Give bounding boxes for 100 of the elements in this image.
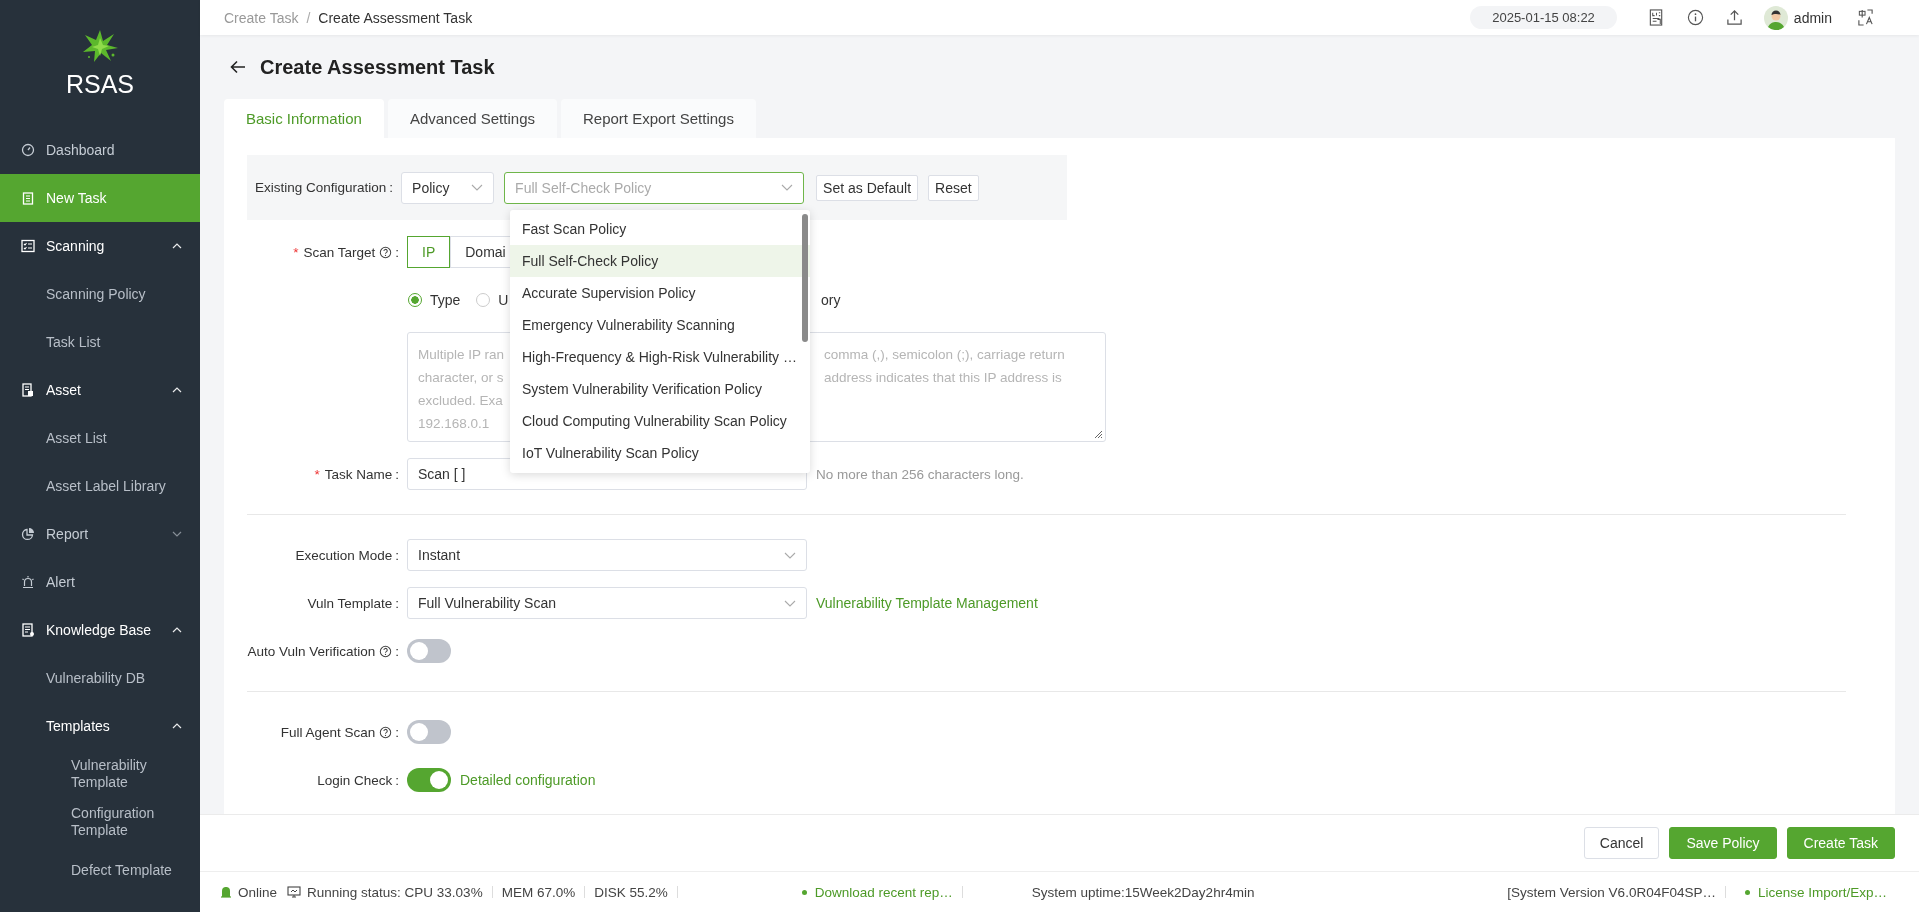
license-link[interactable]: License Import/Exp… bbox=[1757, 884, 1887, 900]
placeholder-text: character, or s bbox=[418, 369, 504, 387]
config-button[interactable]: Reset bbox=[928, 174, 979, 201]
gauge-icon bbox=[21, 143, 35, 157]
page-title: Create Assessment Task bbox=[260, 55, 495, 79]
upload-icon[interactable] bbox=[1725, 9, 1743, 26]
target-option[interactable]: IP bbox=[407, 236, 451, 268]
field-hint: No more than 256 characters long. bbox=[816, 466, 1024, 482]
placeholder-text: 192.168.0.1 bbox=[418, 415, 490, 433]
radio-button[interactable] bbox=[408, 293, 422, 307]
tab[interactable]: Basic Information bbox=[224, 99, 384, 138]
placeholder-text: comma (,), semicolon (;), carriage return bbox=[824, 346, 1065, 364]
help-icon[interactable] bbox=[379, 644, 393, 658]
chevron-down-icon bbox=[471, 184, 484, 191]
label-colon: : bbox=[395, 244, 399, 260]
dropdown-option[interactable]: Cloud Computing Vulnerability Scan Policy bbox=[510, 405, 810, 437]
date-time: 2025-01-15 08:22 bbox=[1470, 6, 1617, 29]
sidebar-item[interactable]: Dashboard bbox=[0, 126, 200, 174]
required-mark: * bbox=[314, 466, 320, 482]
user-name[interactable]: admin bbox=[1793, 9, 1832, 26]
sidebar-item[interactable]: Scanning Policy bbox=[0, 270, 200, 318]
sidebar-item[interactable]: Vulnerability DB bbox=[0, 654, 200, 702]
select-field[interactable]: Full Vulnerability Scan bbox=[407, 587, 807, 619]
radio-label[interactable]: Type bbox=[430, 292, 461, 308]
dropdown-option[interactable]: Accurate Supervision Policy bbox=[510, 277, 810, 309]
toggle-switch[interactable] bbox=[407, 768, 451, 792]
info-icon[interactable] bbox=[1686, 9, 1704, 26]
checklist-icon bbox=[21, 239, 35, 253]
label-colon: : bbox=[395, 724, 399, 740]
breadcrumb-separator: / bbox=[306, 9, 311, 26]
translate-icon[interactable] bbox=[1857, 9, 1874, 26]
sidebar-item[interactable]: Defect Template bbox=[0, 846, 200, 894]
chevron-down-icon bbox=[784, 599, 796, 607]
pie-chart-icon bbox=[21, 527, 35, 541]
dropdown-option[interactable]: System Vulnerability Verification Policy bbox=[510, 373, 810, 405]
sidebar-item[interactable]: Asset List bbox=[0, 414, 200, 462]
required-mark: * bbox=[293, 244, 299, 260]
sidebar-item[interactable]: Templates bbox=[0, 702, 200, 750]
toggle-switch[interactable] bbox=[407, 639, 451, 663]
sidebar-item[interactable]: Scanning bbox=[0, 222, 200, 270]
dropdown-option[interactable]: Full Self-Check Policy bbox=[510, 245, 810, 277]
label-colon: : bbox=[395, 595, 399, 611]
tab[interactable]: Report Export Settings bbox=[561, 99, 756, 138]
field-label: Task Name bbox=[324, 466, 393, 482]
field-label: Auto Vuln Verification bbox=[247, 643, 376, 659]
online-icon bbox=[220, 886, 232, 898]
status-dot bbox=[801, 889, 807, 895]
placeholder-text: Multiple IP ran bbox=[418, 346, 505, 364]
scrollbar-thumb[interactable] bbox=[802, 214, 808, 342]
field-label: Existing Configuration bbox=[255, 180, 387, 195]
status-dot bbox=[1744, 889, 1750, 895]
dropdown-option[interactable]: High-Frequency & High-Risk Vulnerability … bbox=[510, 341, 810, 373]
field-label: Full Agent Scan bbox=[280, 724, 376, 740]
status-text: MEM 67.0% bbox=[501, 884, 576, 900]
label-colon: : bbox=[395, 466, 399, 482]
radio-label[interactable]: ory bbox=[821, 292, 841, 308]
radio-label[interactable]: U bbox=[498, 292, 509, 308]
back-arrow-icon[interactable] bbox=[230, 60, 246, 74]
logo-text: RSAS bbox=[65, 69, 135, 99]
field-label: Scan Target bbox=[303, 244, 376, 260]
status-text: System uptime:15Week2Day2hr4min bbox=[1031, 884, 1255, 900]
field-label: Login Check bbox=[317, 772, 393, 788]
document-list-icon bbox=[21, 383, 35, 397]
sidebar-item[interactable]: Knowledge Base bbox=[0, 606, 200, 654]
label-colon: : bbox=[395, 643, 399, 659]
select-field[interactable]: Instant bbox=[407, 539, 807, 571]
chevron-down-icon bbox=[781, 184, 794, 191]
placeholder-text: excluded. Exa bbox=[418, 392, 503, 410]
config-button[interactable]: Set as Default bbox=[816, 174, 919, 201]
link[interactable]: Detailed configuration bbox=[460, 772, 596, 788]
download-link[interactable]: Download recent rep… bbox=[814, 884, 953, 900]
link[interactable]: Vulnerability Template Management bbox=[816, 595, 1038, 611]
tab[interactable]: Advanced Settings bbox=[387, 99, 557, 138]
toggle-switch[interactable] bbox=[407, 720, 451, 744]
clipboard-icon bbox=[21, 191, 35, 205]
license-document-icon[interactable] bbox=[1647, 9, 1665, 26]
sidebar-item[interactable]: Report bbox=[0, 510, 200, 558]
book-icon bbox=[21, 623, 35, 637]
footer-button[interactable]: Cancel bbox=[1583, 827, 1660, 859]
alarm-icon bbox=[21, 575, 35, 589]
label-colon: : bbox=[395, 547, 399, 563]
status-text: Running status: CPU 33.03% bbox=[307, 884, 483, 900]
sidebar-item[interactable]: Configuration Template bbox=[0, 798, 200, 846]
status-text: [System Version V6.0R04F04SP… bbox=[1507, 884, 1716, 900]
resize-handle-icon[interactable] bbox=[1093, 429, 1103, 439]
label-colon: : bbox=[395, 772, 399, 788]
field-label: Execution Mode bbox=[295, 547, 393, 563]
chevron-down-icon bbox=[784, 551, 796, 559]
help-icon[interactable] bbox=[379, 245, 393, 259]
help-icon[interactable] bbox=[379, 725, 393, 739]
sidebar-item[interactable]: Vulnerability Template bbox=[0, 750, 200, 798]
type-select[interactable]: Policy bbox=[401, 171, 495, 204]
sidebar-item[interactable]: Asset bbox=[0, 366, 200, 414]
breadcrumb-link[interactable]: Create Assessment Task bbox=[318, 9, 473, 26]
monitor-icon bbox=[287, 886, 302, 898]
field-label: Vuln Template bbox=[307, 595, 393, 611]
sidebar-item[interactable]: Asset Label Library bbox=[0, 462, 200, 510]
sidebar-item[interactable]: Alert bbox=[0, 558, 200, 606]
avatar[interactable] bbox=[1763, 5, 1788, 30]
sidebar-item[interactable]: Task List bbox=[0, 318, 200, 366]
